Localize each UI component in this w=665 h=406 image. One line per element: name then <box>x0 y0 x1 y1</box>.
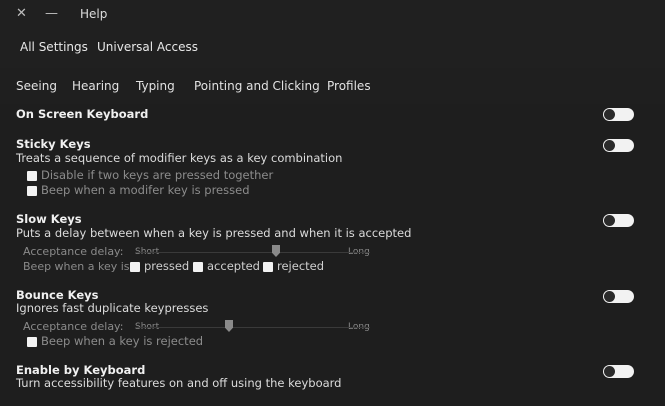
bounce-keys-title: Bounce Keys <box>16 288 99 302</box>
tab-profiles[interactable]: Profiles <box>327 79 371 93</box>
on-screen-keyboard-title: On Screen Keyboard <box>16 107 149 121</box>
bounce-acceptance-delay-label: Acceptance delay: <box>23 320 124 333</box>
tab-hearing[interactable]: Hearing <box>72 79 119 93</box>
enable-by-keyboard-title: Enable by Keyboard <box>16 363 146 377</box>
beep-rejected-bounce-label: Beep when a key is rejected <box>41 334 204 348</box>
universal-access-button[interactable]: Universal Access <box>97 40 198 54</box>
all-settings-button[interactable]: All Settings <box>20 40 88 54</box>
tab-pointing-and-clicking[interactable]: Pointing and Clicking <box>194 79 320 93</box>
slow-delay-track <box>135 252 370 253</box>
beep-rejected-label: rejected <box>277 259 325 273</box>
toggle-knob <box>604 366 615 377</box>
tab-bar: Seeing Hearing Typing Pointing and Click… <box>0 68 665 104</box>
toggle-knob <box>604 291 615 302</box>
beep-pressed-checkbox[interactable] <box>130 262 140 272</box>
typing-panel: On Screen Keyboard Sticky Keys Treats a … <box>0 104 665 406</box>
slow-keys-title: Slow Keys <box>16 212 82 226</box>
bounce-keys-toggle[interactable] <box>603 290 634 303</box>
beep-accepted-checkbox[interactable] <box>193 262 203 272</box>
beep-modifier-label: Beep when a modifer key is pressed <box>41 183 250 197</box>
beep-accepted-label: accepted <box>207 259 260 273</box>
tab-seeing[interactable]: Seeing <box>16 79 57 93</box>
slow-acceptance-delay-label: Acceptance delay: <box>23 245 124 258</box>
sticky-keys-description: Treats a sequence of modifier keys as a … <box>16 151 343 165</box>
minimize-icon[interactable]: — <box>45 7 58 21</box>
sticky-keys-title: Sticky Keys <box>16 137 91 151</box>
on-screen-keyboard-toggle[interactable] <box>603 108 634 121</box>
toggle-knob <box>604 140 615 151</box>
bounce-delay-track <box>135 327 370 328</box>
tab-typing[interactable]: Typing <box>136 79 175 93</box>
slow-keys-description: Puts a delay between when a key is press… <box>16 226 412 240</box>
toggle-knob <box>604 215 615 226</box>
bounce-keys-description: Ignores fast duplicate keypresses <box>16 301 209 315</box>
slow-delay-slider-thumb[interactable] <box>272 245 280 257</box>
beep-rejected-bounce-checkbox[interactable] <box>27 337 37 347</box>
slow-keys-toggle[interactable] <box>603 214 634 227</box>
window-title: Help <box>80 7 108 21</box>
bounce-delay-slider-thumb[interactable] <box>225 320 233 332</box>
enable-by-keyboard-description: Turn accessibility features on and off u… <box>16 376 342 390</box>
enable-by-keyboard-toggle[interactable] <box>603 365 634 378</box>
disable-two-keys-checkbox[interactable] <box>27 171 37 181</box>
beep-pressed-label: pressed <box>144 259 190 273</box>
sticky-keys-toggle[interactable] <box>603 139 634 152</box>
toolbar: All Settings Universal Access <box>0 30 665 68</box>
slow-beep-label: Beep when a key is <box>23 260 130 273</box>
beep-modifier-checkbox[interactable] <box>27 186 37 196</box>
toggle-knob <box>604 109 615 120</box>
beep-rejected-checkbox[interactable] <box>263 262 273 272</box>
disable-two-keys-label: Disable if two keys are pressed together <box>41 168 274 182</box>
title-bar: ✕ — Help <box>0 0 665 30</box>
close-icon[interactable]: ✕ <box>16 7 27 21</box>
